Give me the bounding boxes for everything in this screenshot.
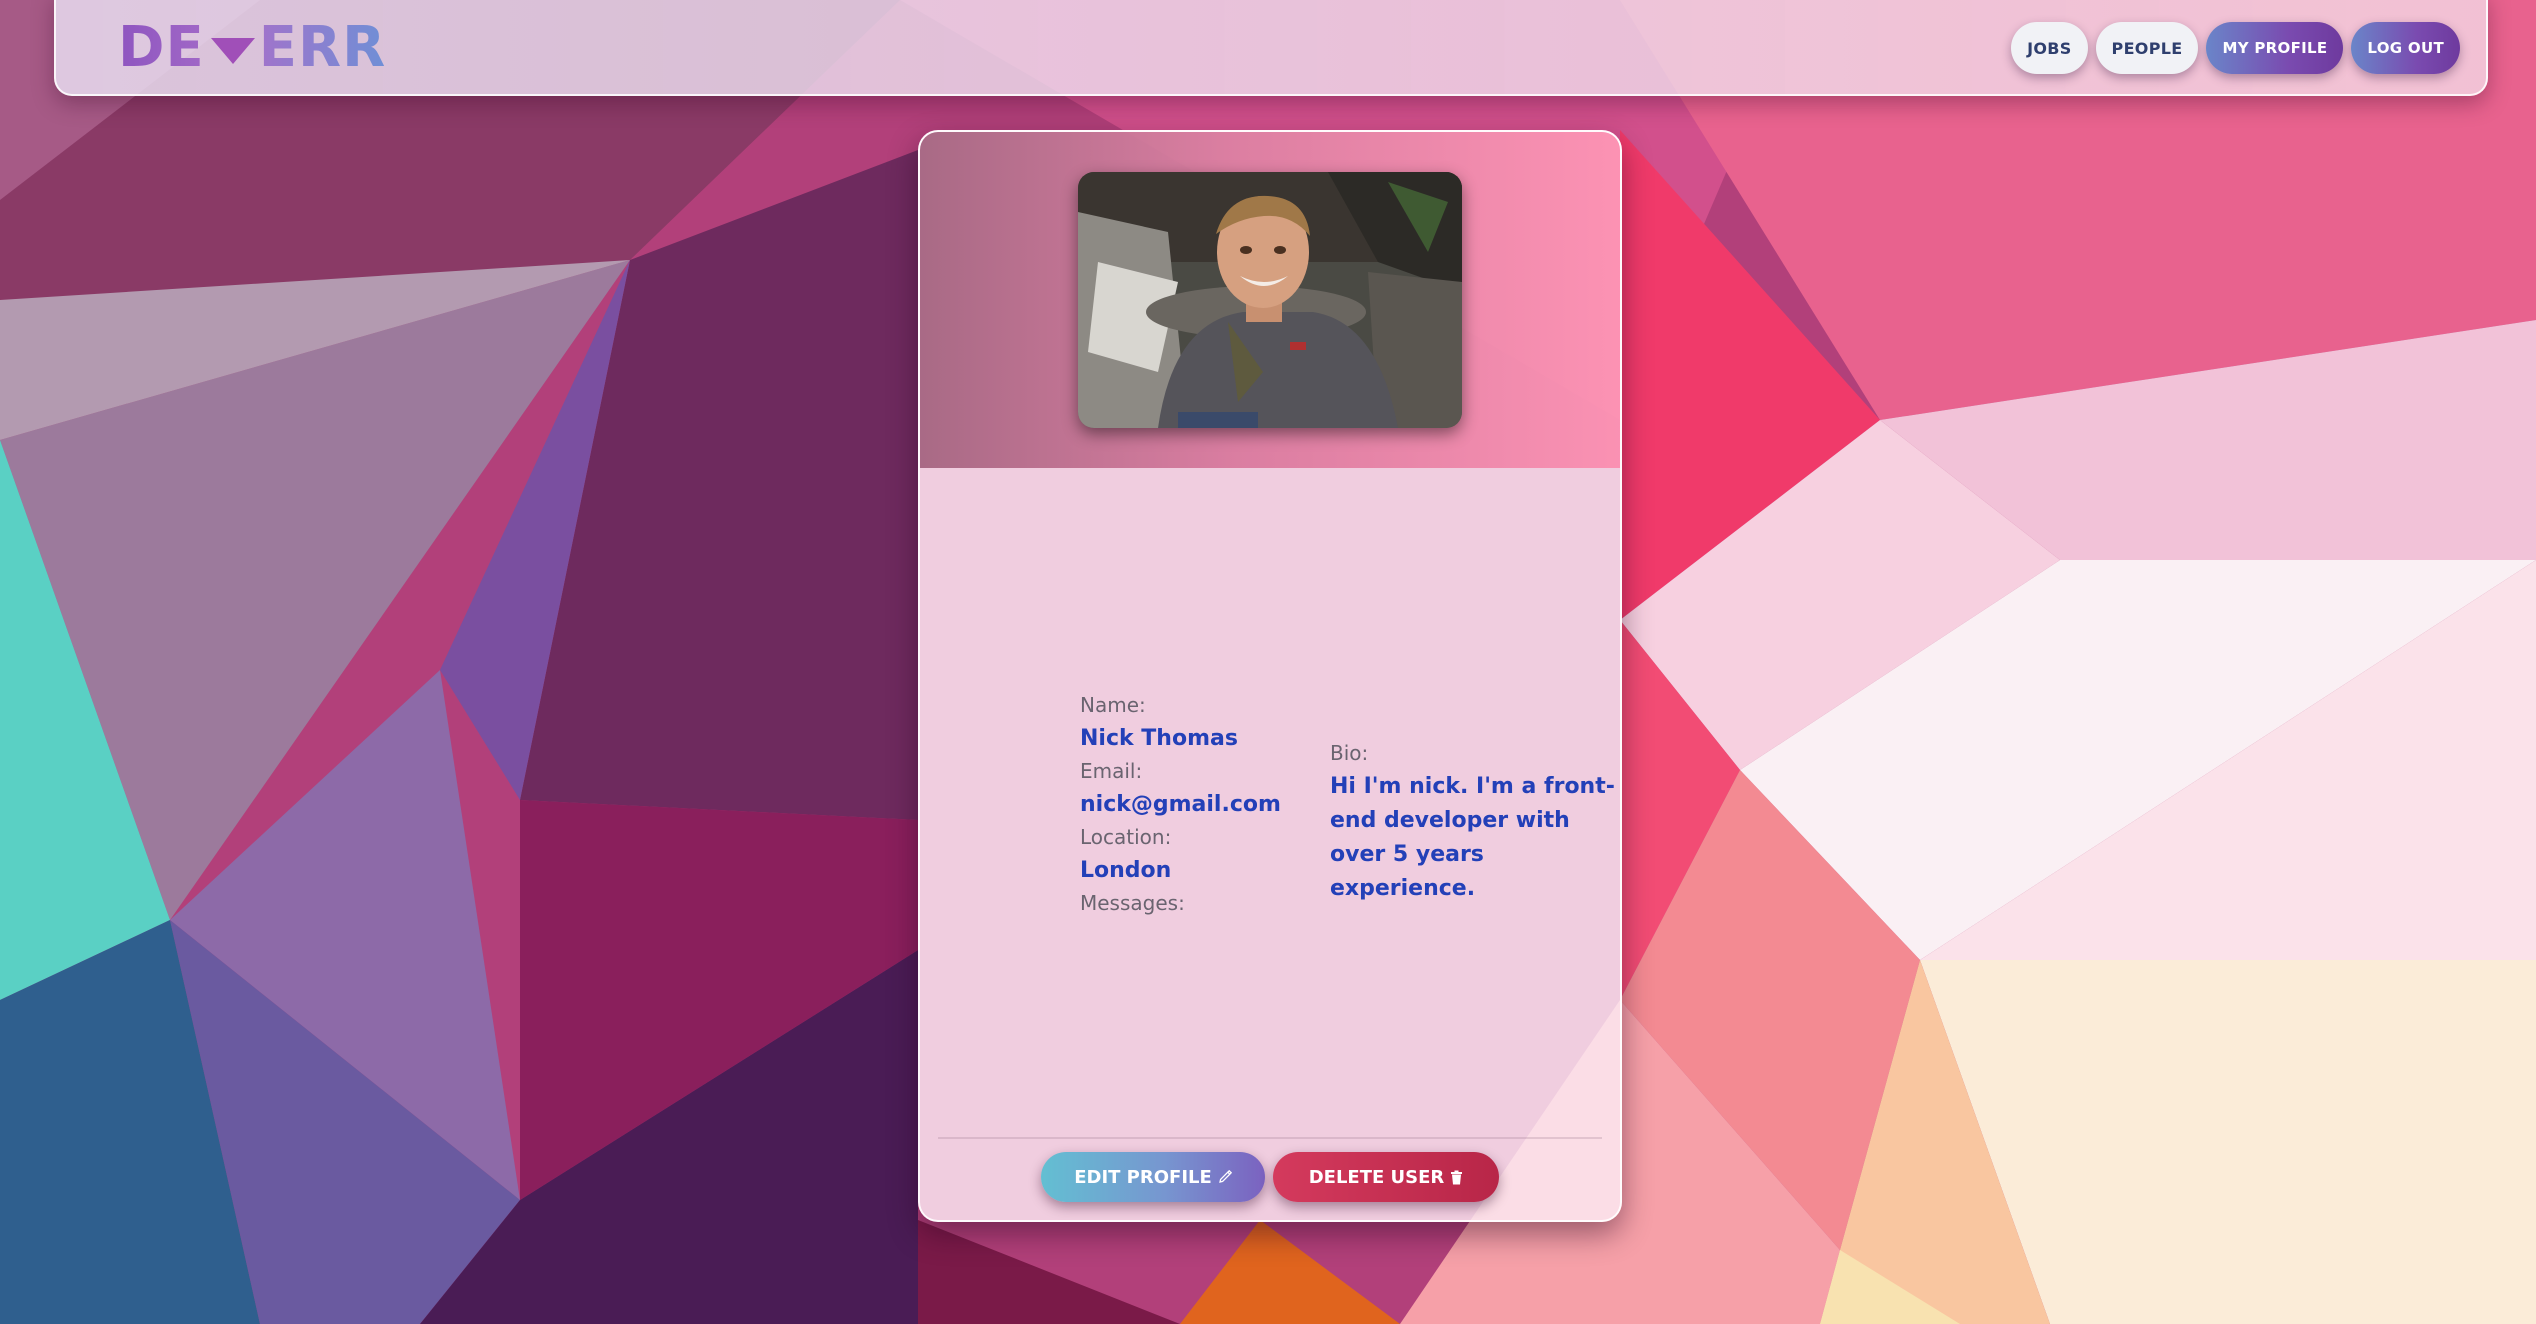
bio-value: Hi I'm nick. I'm a front-end developer w…: [1330, 774, 1615, 901]
nav-my-profile-button[interactable]: MY PROFILE: [2206, 22, 2344, 74]
top-navbar: DE ERR JOBS PEOPLE MY PROFILE LOG OUT: [54, 0, 2488, 96]
delete-user-button[interactable]: DELETE USER: [1273, 1152, 1499, 1202]
nav-links: JOBS PEOPLE MY PROFILE LOG OUT: [2011, 22, 2460, 74]
logo-text-right: ERR: [258, 14, 387, 80]
nav-jobs-button[interactable]: JOBS: [2011, 22, 2088, 74]
profile-card: Name: Nick Thomas Email: nick@gmail.com …: [918, 130, 1622, 1222]
location-label: Location:: [1080, 825, 1172, 849]
email-value: nick@gmail.com: [1080, 792, 1281, 817]
edit-profile-button[interactable]: EDIT PROFILE: [1041, 1152, 1265, 1202]
app-logo[interactable]: DE ERR: [118, 12, 386, 82]
pencil-icon: [1218, 1170, 1232, 1184]
profile-photo-image: [1078, 172, 1462, 428]
profile-bio: Bio: Hi I'm nick. I'm a front-end develo…: [1330, 737, 1620, 906]
profile-info: Name: Nick Thomas Email: nick@gmail.com …: [1080, 689, 1320, 920]
messages-label: Messages:: [1080, 891, 1185, 915]
location-value: London: [1080, 858, 1172, 883]
profile-card-header: [920, 132, 1620, 468]
bio-label: Bio:: [1330, 741, 1369, 765]
triangle-down-icon: [210, 38, 255, 64]
profile-photo: [1078, 172, 1462, 428]
nav-people-button[interactable]: PEOPLE: [2095, 22, 2199, 74]
trash-icon: [1450, 1170, 1463, 1185]
email-label: Email:: [1080, 759, 1143, 783]
delete-user-label: DELETE USER: [1308, 1166, 1445, 1188]
edit-profile-label: EDIT PROFILE: [1074, 1166, 1212, 1188]
profile-actions: EDIT PROFILE DELETE USER: [920, 1152, 1620, 1202]
card-divider: [938, 1137, 1602, 1139]
name-label: Name:: [1080, 693, 1146, 717]
logo-text-left: DE: [118, 14, 205, 80]
nav-log-out-button[interactable]: LOG OUT: [2351, 22, 2460, 74]
name-value: Nick Thomas: [1080, 726, 1238, 751]
